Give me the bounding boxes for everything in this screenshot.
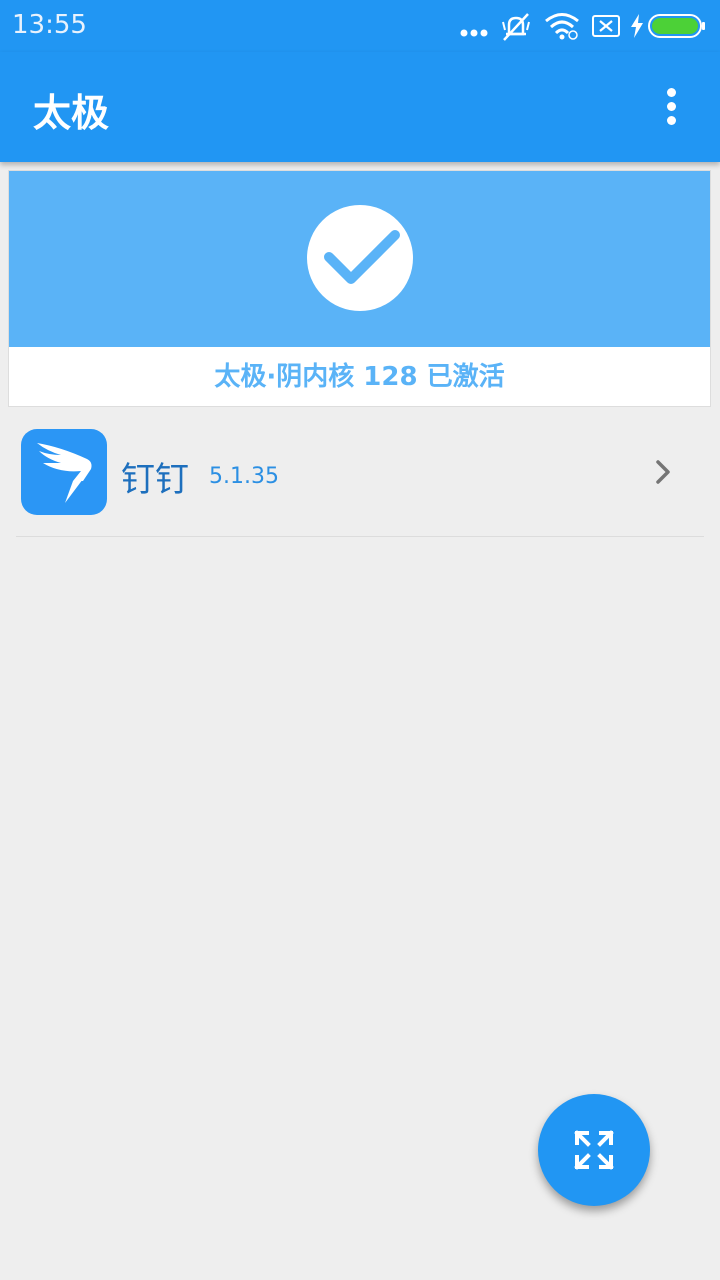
status-banner [9, 171, 710, 347]
app-list-item[interactable]: 钉钉 5.1.35 [16, 418, 704, 537]
app-bar: 太极 [0, 52, 720, 162]
status-bar: 13:55 [0, 0, 720, 52]
expand-fab-button[interactable] [538, 1094, 650, 1206]
app-list: 钉钉 5.1.35 [16, 418, 704, 537]
screen: 13:55 太极 太极·阴内核 128 已激活 钉钉 5.1.35 [0, 0, 720, 1280]
activation-status-card: 太极·阴内核 128 已激活 [8, 170, 711, 407]
activation-status-text: 太极·阴内核 128 已激活 [214, 362, 505, 392]
app-name: 钉钉 [121, 460, 189, 500]
chevron-right-icon [656, 460, 670, 484]
check-icon [307, 205, 413, 311]
more-dots-icon [460, 29, 488, 37]
dingtalk-icon [21, 429, 107, 515]
expand-arrows-icon [574, 1130, 614, 1170]
app-title: 太极 [33, 91, 110, 135]
charging-bolt-icon [631, 14, 643, 38]
no-sim-icon [592, 15, 620, 37]
wifi-icon [545, 13, 579, 40]
status-icons [460, 10, 710, 42]
status-time: 13:55 [12, 10, 87, 40]
battery-icon [648, 14, 705, 38]
overflow-menu-icon[interactable] [660, 88, 684, 126]
app-version: 5.1.35 [209, 464, 279, 489]
mute-icon [502, 13, 530, 41]
